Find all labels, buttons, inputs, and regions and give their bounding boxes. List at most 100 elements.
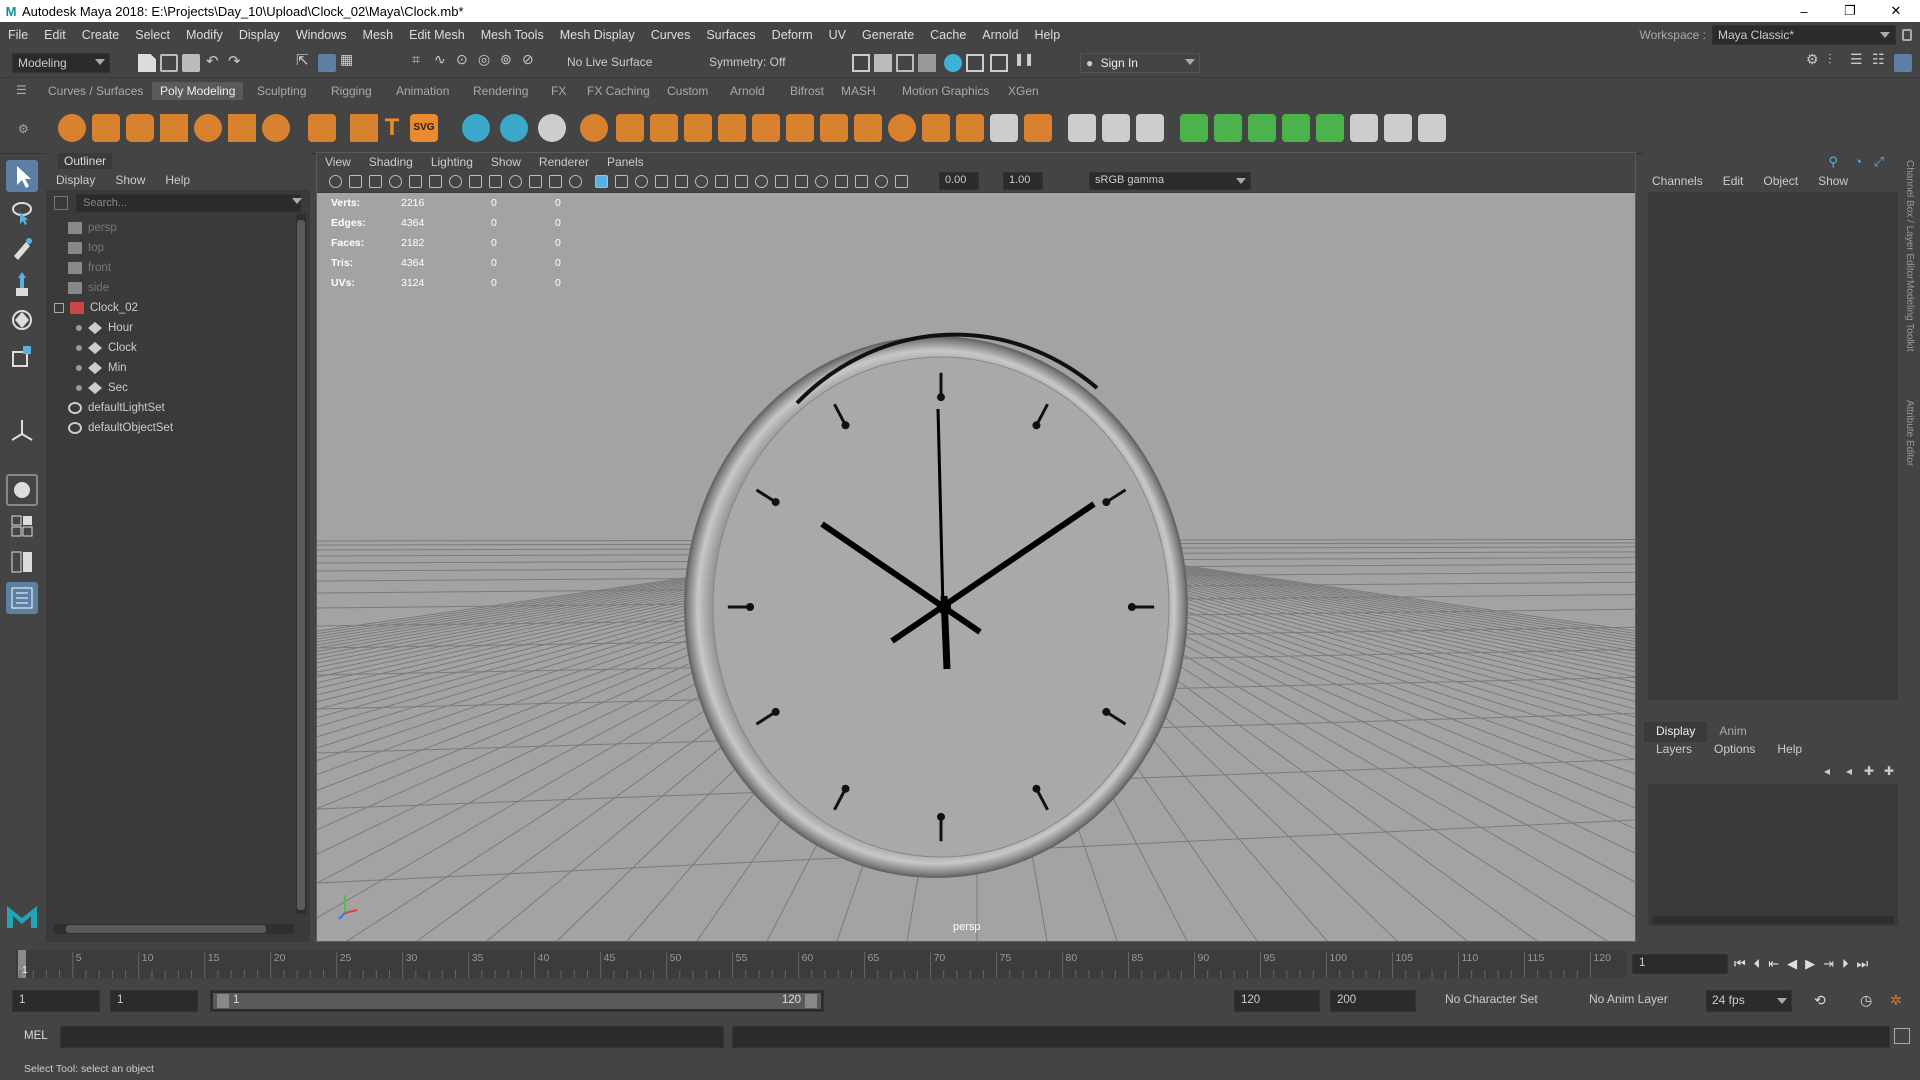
scale-tool-icon[interactable] [6,340,38,372]
cut-uv-icon[interactable] [1350,114,1378,142]
range-handle[interactable]: 1 120 [213,993,821,1009]
cylindrical-map-icon[interactable] [1248,114,1276,142]
pause-icon[interactable]: ❚❚ [1014,52,1034,70]
select-camera-icon[interactable] [329,175,342,188]
motion-blur-icon[interactable] [715,175,728,188]
redo-icon[interactable]: ↷ [228,52,246,70]
smooth-icon[interactable] [538,114,566,142]
poly-cylinder-icon[interactable] [126,114,154,142]
scrollbar-thumb[interactable] [66,925,266,933]
collapse-toggle-icon[interactable] [54,303,64,313]
play-backward-icon[interactable]: ◀ [1787,956,1797,972]
render-view-icon[interactable] [966,54,984,72]
outliner-item-defaultlightset[interactable]: defaultLightSet [68,398,165,418]
ipr-render-icon[interactable] [896,54,914,72]
menu-deform[interactable]: Deform [764,28,821,42]
shelf-tab-motion-graphics[interactable]: Motion Graphics [902,84,989,98]
time-slider-track[interactable]: 1 5 10 15 20 25 30 35 40 45 50 55 60 65 70 75 80 85 90 95 1… [16,950,1626,978]
menu-windows[interactable]: Windows [288,28,355,42]
grease-pencil-icon[interactable] [429,175,442,188]
play-forward-icon[interactable]: ▶ [1805,956,1815,972]
unfold-icon[interactable] [1384,114,1412,142]
hypershade-icon[interactable] [944,54,962,72]
menu-select[interactable]: Select [127,28,178,42]
side-tab-channel-box-layer-editor[interactable]: Channel Box / Layer Editor [1904,160,1915,280]
super-shape-icon[interactable] [350,114,378,142]
tool-settings-toggle-icon[interactable]: ☰ [1850,51,1868,69]
open-scene-icon[interactable] [160,54,178,72]
render-settings-icon[interactable] [918,54,936,72]
backface-culling-icon[interactable] [855,175,868,188]
script-editor-icon[interactable] [1894,1028,1910,1044]
shelf-options-icon[interactable]: ⚙ [18,122,29,136]
layer-editor-toggle-icon[interactable] [1894,54,1912,72]
offset-loop-icon[interactable] [1136,114,1164,142]
minimize-button[interactable]: – [1781,0,1827,22]
safe-title-icon[interactable] [569,175,582,188]
field-chart-icon[interactable] [529,175,542,188]
film-gate-icon[interactable] [469,175,482,188]
lock-icon[interactable] [1902,29,1912,41]
ambient-occlusion-icon[interactable] [695,175,708,188]
menu-file[interactable]: File [0,28,36,42]
step-back-icon[interactable]: ⏴ [1754,956,1761,972]
render-sequence-icon[interactable] [874,54,892,72]
maximize-button[interactable]: ❐ [1827,0,1873,22]
poly-cube-icon[interactable] [92,114,120,142]
extrude-icon[interactable] [616,114,644,142]
scrollbar-thumb[interactable] [297,220,305,910]
loop-icon[interactable]: ⟲ [1814,992,1826,1009]
bridge-icon[interactable] [650,114,678,142]
outliner-item-defaultobjectset[interactable]: defaultObjectSet [68,418,173,438]
shelf-tab-rendering[interactable]: Rendering [473,84,528,98]
outliner-item-side[interactable]: side [68,278,109,298]
layer-list-scrollbar[interactable] [1652,916,1894,924]
attribute-editor-toggle-icon[interactable]: ⫶ [1828,51,1846,69]
fps-dropdown[interactable]: 24 fps [1706,990,1792,1012]
shelf-tab-mash[interactable]: MASH [841,84,876,98]
poly-sphere-icon[interactable] [58,114,86,142]
menu-mesh[interactable]: Mesh [355,28,402,42]
poly-torus-icon[interactable] [194,114,222,142]
svg-tool-icon[interactable]: SVG [410,114,438,142]
uv-editor-icon[interactable] [1180,114,1208,142]
snap-grid-icon[interactable]: ⌗ [412,51,430,69]
go-to-start-icon[interactable]: ⏮ [1734,956,1746,972]
move-layer-down-icon[interactable]: ◂ [1846,764,1852,778]
shelf-tab-curves-surfaces[interactable]: Curves / Surfaces [48,84,143,98]
isolate-select-icon[interactable] [775,175,788,188]
outliner-item-front[interactable]: front [68,258,111,278]
snap-surface-icon[interactable]: ⊚ [500,51,518,69]
layer-tab-anim[interactable]: Anim [1707,722,1758,742]
channel-box-icon[interactable]: ⚲ [1828,154,1838,170]
modeling-toolkit-toggle-icon[interactable]: ⚙ [1806,51,1824,69]
separate-icon[interactable] [500,114,528,142]
collapse-icon[interactable] [922,114,950,142]
menu-curves[interactable]: Curves [643,28,699,42]
outliner-item-persp[interactable]: persp [68,218,117,238]
outliner-item-clock-02[interactable]: Clock_02 [54,298,138,318]
chevron-down-icon[interactable] [292,198,302,204]
select-by-component-icon[interactable]: ▦ [340,51,358,69]
detach-icon[interactable] [990,114,1018,142]
close-button[interactable]: ✕ [1873,0,1919,22]
camera-attributes-icon[interactable] [349,175,362,188]
current-frame-field[interactable]: 1 [1632,954,1728,974]
viewport-persp[interactable]: View Shading Lighting Show Renderer Panels 0.… [316,152,1636,942]
rotate-tool-icon[interactable] [6,304,38,336]
shadows-icon[interactable] [675,175,688,188]
preferences-icon[interactable]: ✲ [1890,992,1902,1009]
single-perspective-layout-icon[interactable] [6,474,38,506]
outliner-item-clock[interactable]: Clock [76,338,137,358]
outliner-menu-help[interactable]: Help [165,173,190,187]
insert-loop-icon[interactable] [1102,114,1130,142]
channel-box-menu-show[interactable]: Show [1818,174,1848,188]
menu-mesh-display[interactable]: Mesh Display [552,28,643,42]
depth-of-field-icon[interactable] [755,175,768,188]
viewport-menu-view[interactable]: View [325,155,351,169]
color-space-dropdown[interactable]: sRGB gamma [1089,172,1251,190]
filter-icon[interactable] [54,196,68,210]
playback-end-field[interactable]: 120 [1234,990,1320,1012]
outliner-menu-show[interactable]: Show [115,173,145,187]
wireframe-icon[interactable] [595,175,608,188]
